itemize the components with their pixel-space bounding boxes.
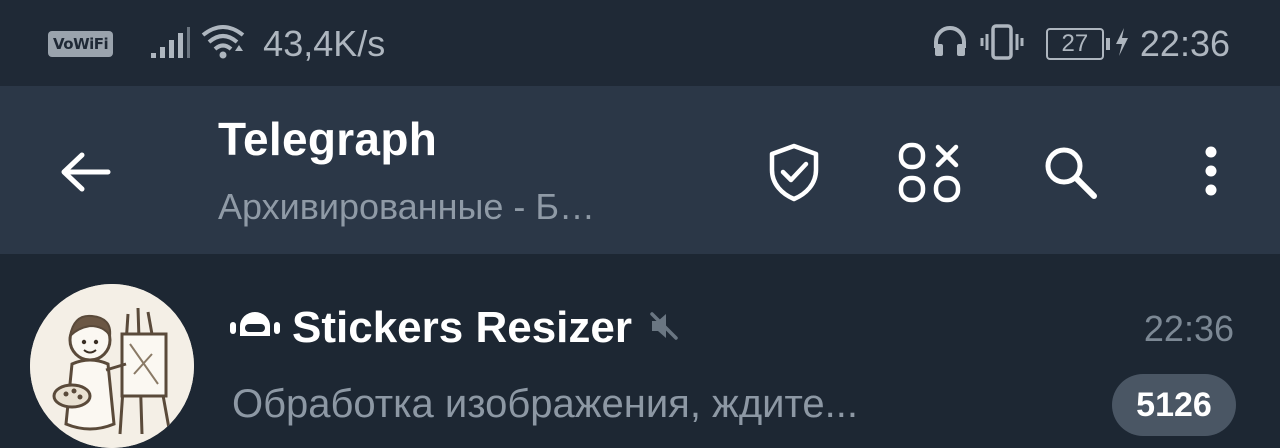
status-time: 22:36 — [1139, 23, 1230, 64]
status-bar: VoWiFi 43,4K/s 27 22:36 — [0, 0, 1280, 86]
vowifi-badge: VoWiFi — [48, 31, 114, 57]
status-right: 27 22:36 — [932, 22, 1230, 66]
battery-level: 27 — [1045, 28, 1104, 60]
chat-time: 22:36 — [1143, 308, 1234, 349]
shield-check-icon[interactable] — [766, 142, 822, 202]
bot-icon — [228, 306, 282, 351]
search-icon[interactable] — [1042, 142, 1098, 202]
battery-tip — [1105, 38, 1110, 50]
vibrate-icon — [980, 23, 1024, 66]
network-speed: 43,4K/s — [263, 23, 386, 64]
muted-icon — [648, 310, 680, 347]
unread-badge: 5126 — [1112, 374, 1236, 436]
more-vert-icon[interactable] — [1196, 142, 1226, 202]
wifi-icon — [199, 23, 247, 66]
chat-title-row: Stickers Resizer — [228, 300, 680, 356]
headphones-icon — [932, 24, 968, 65]
chat-header: Telegraph Архивированные - Б… — [0, 86, 1280, 254]
page-subtitle: Архивированные - Б… — [218, 186, 596, 227]
chat-list-item[interactable]: Stickers Resizer 22:36 Обработка изображ… — [0, 254, 1280, 448]
charging-icon — [1114, 27, 1130, 62]
chat-name: Stickers Resizer — [292, 303, 632, 352]
avatar[interactable] — [30, 284, 194, 448]
battery-icon: 27 — [1045, 28, 1110, 60]
apps-grid-icon[interactable] — [898, 142, 964, 203]
back-arrow-icon[interactable] — [56, 142, 116, 202]
chat-preview: Обработка изображения, ждите... — [232, 382, 858, 426]
signal-icon — [149, 25, 191, 64]
page-title: Telegraph — [218, 113, 438, 165]
status-left: VoWiFi 43,4K/s — [48, 22, 385, 66]
